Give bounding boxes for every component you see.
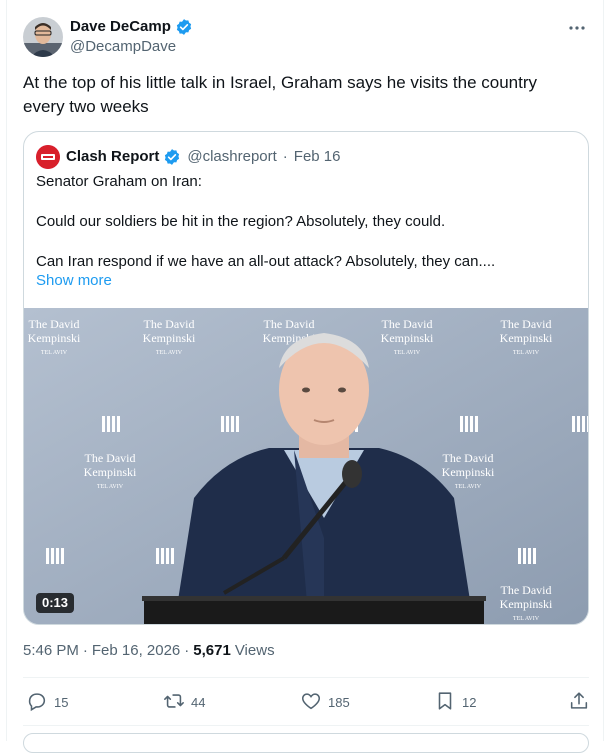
bookmark-icon bbox=[434, 690, 456, 715]
bookmark-count: 12 bbox=[462, 695, 477, 710]
quoted-author-handle[interactable]: @clashreport bbox=[187, 147, 276, 167]
backdrop-text: Kempinski bbox=[28, 331, 81, 345]
divider bbox=[23, 677, 589, 678]
quoted-date[interactable]: Feb 16 bbox=[294, 147, 341, 167]
backdrop-text: TEL AVIV bbox=[41, 350, 68, 356]
backdrop-text: The David bbox=[501, 317, 552, 331]
backdrop-text: Kempinski bbox=[84, 465, 137, 479]
backdrop-text: The David bbox=[382, 317, 433, 331]
video-frame: The DavidKempinskiTEL AVIV The DavidKemp… bbox=[24, 308, 588, 624]
meta-separator: · bbox=[82, 642, 88, 659]
views-count: 5,671 bbox=[193, 642, 231, 659]
backdrop-text: The David bbox=[501, 583, 552, 597]
quoted-tweet[interactable]: Clash Report @clashreport · Feb 16 Senat… bbox=[23, 131, 589, 625]
reply-icon bbox=[26, 690, 48, 715]
quoted-paragraph: Could our soldiers be hit in the region?… bbox=[36, 213, 446, 230]
reply-count: 15 bbox=[54, 695, 69, 710]
bookmark-button[interactable]: 12 bbox=[434, 690, 476, 715]
post-time[interactable]: 5:46 PM bbox=[23, 641, 79, 661]
show-more-link[interactable]: Show more bbox=[36, 271, 112, 291]
quoted-separator: · bbox=[282, 148, 288, 165]
action-bar: 15 44 185 12 bbox=[23, 690, 589, 716]
heart-icon bbox=[300, 690, 322, 715]
backdrop-text: Kempinski bbox=[143, 331, 196, 345]
reply-box[interactable] bbox=[23, 733, 589, 753]
post-date[interactable]: Feb 16, 2026 bbox=[92, 641, 180, 661]
meta-separator: · bbox=[184, 642, 190, 659]
quoted-author-avatar[interactable] bbox=[36, 145, 60, 169]
tweet-card: Dave DeCamp @DecampDave At the top of hi… bbox=[6, 0, 604, 753]
views-label: Views bbox=[234, 642, 275, 659]
tweet-text: At the top of his little talk in Israel,… bbox=[23, 73, 538, 116]
quoted-verified-badge-icon bbox=[163, 148, 181, 166]
backdrop-text: The David bbox=[85, 451, 136, 465]
backdrop-text: TEL AVIV bbox=[455, 484, 482, 490]
quoted-author-name[interactable]: Clash Report bbox=[66, 147, 159, 167]
like-button[interactable]: 185 bbox=[300, 690, 350, 715]
verified-badge-icon bbox=[175, 18, 193, 36]
backdrop-text: Kempinski bbox=[500, 331, 553, 345]
backdrop-text: Kempinski bbox=[381, 331, 434, 345]
share-icon bbox=[568, 690, 590, 715]
repost-icon bbox=[163, 690, 185, 715]
video-duration: 0:13 bbox=[36, 593, 75, 613]
quoted-paragraph: Can Iran respond if we have an all-out a… bbox=[36, 253, 496, 270]
repost-count: 44 bbox=[191, 695, 206, 710]
backdrop-text: TEL AVIV bbox=[97, 484, 124, 490]
reply-button[interactable]: 15 bbox=[26, 690, 68, 715]
tweet-meta: 5:46 PM · Feb 16, 2026 · 5,671 Views bbox=[23, 641, 275, 661]
backdrop-text: TEL AVIV bbox=[513, 350, 540, 356]
backdrop-text: The David bbox=[264, 317, 315, 331]
backdrop-text: The David bbox=[29, 317, 80, 331]
more-options-icon[interactable] bbox=[567, 18, 587, 38]
backdrop-text: Kempinski bbox=[500, 597, 553, 611]
share-button[interactable] bbox=[568, 690, 590, 715]
repost-button[interactable]: 44 bbox=[163, 690, 205, 715]
quoted-paragraph: Senator Graham on Iran: bbox=[36, 173, 202, 190]
backdrop-text: Kempinski bbox=[442, 465, 495, 479]
backdrop-text: The David bbox=[443, 451, 494, 465]
video-player[interactable]: The David Kempinski TEL AVIV The David Kemp… bbox=[24, 308, 588, 624]
backdrop-text: TEL AVIV bbox=[394, 350, 421, 356]
divider bbox=[23, 725, 589, 726]
quoted-tweet-text: Senator Graham on Iran: Could our soldie… bbox=[36, 172, 576, 272]
author-display-name[interactable]: Dave DeCamp bbox=[70, 17, 171, 37]
author-handle[interactable]: @DecampDave bbox=[70, 37, 193, 57]
like-count: 185 bbox=[328, 695, 350, 710]
author-block: Dave DeCamp @DecampDave bbox=[70, 17, 193, 57]
backdrop-text: TEL AVIV bbox=[513, 616, 540, 622]
author-avatar[interactable] bbox=[23, 17, 63, 57]
backdrop-text: TEL AVIV bbox=[156, 350, 183, 356]
quoted-tweet-header: Clash Report @clashreport · Feb 16 bbox=[36, 145, 341, 169]
backdrop-text: The David bbox=[144, 317, 195, 331]
